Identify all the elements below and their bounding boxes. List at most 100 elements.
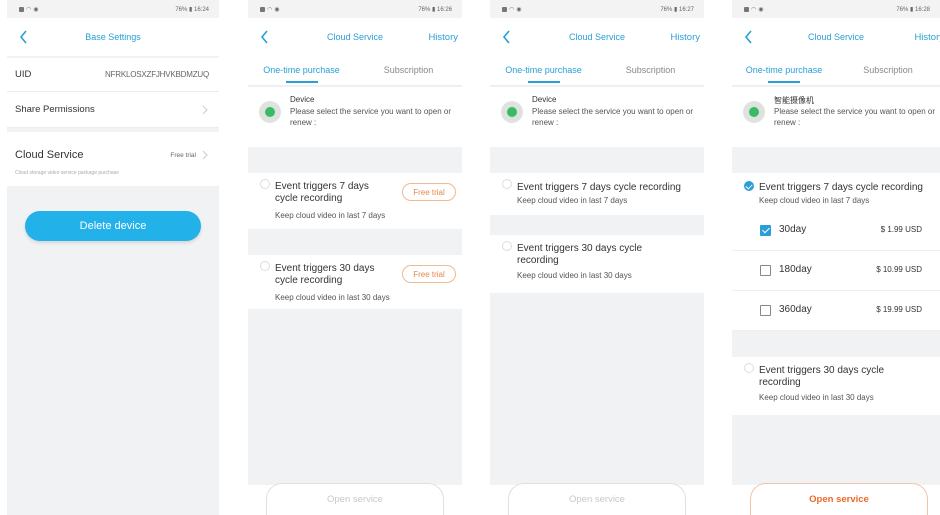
cloud-service-screen-selected: ◠◉ 76% ▮ 16:28 Cloud Service History One…	[732, 0, 940, 515]
plan-radio[interactable]	[502, 179, 512, 189]
purchase-tabs: One-time purchase Subscription	[490, 56, 704, 86]
page-title: Cloud Service	[568, 32, 626, 42]
plan-radio[interactable]	[502, 241, 512, 251]
back-arrow-icon[interactable]	[500, 27, 514, 47]
chevron-right-icon	[202, 150, 208, 160]
back-arrow-icon[interactable]	[258, 27, 272, 47]
plan-30-days[interactable]: Event triggers 30 days cycle recording K…	[248, 255, 462, 309]
base-settings-screen: ◠ ◉ 76% ▮ 16:24 Base Settings UID NFRKLOS…	[7, 0, 219, 515]
purchase-tabs: One-time purchase Subscription	[248, 56, 462, 86]
tab-one-time-purchase[interactable]: One-time purchase	[248, 56, 355, 85]
status-bar: ◠ ◉ 76% ▮ 16:24	[7, 0, 219, 18]
plan-title: Event triggers 7 days cycle recording	[517, 182, 681, 193]
status-time: 76% ▮ 16:24	[175, 6, 209, 13]
history-link[interactable]: History	[428, 32, 458, 43]
history-link[interactable]: History	[670, 32, 700, 43]
checkbox[interactable]	[760, 265, 771, 276]
cloud-service-screen: ◠ ◉ 76% ▮ 16:27 Cloud Service History One…	[490, 0, 704, 515]
uid-label: UID	[15, 69, 32, 80]
device-name: 智能摄像机	[774, 96, 814, 105]
tab-subscription[interactable]: Subscription	[836, 56, 940, 85]
plan-description: Keep cloud video in last 30 days	[759, 393, 874, 402]
status-time: 76% ▮ 16:28	[896, 6, 930, 13]
status-time: 76% ▮ 16:26	[418, 6, 452, 13]
nav-bar: Base Settings	[7, 18, 219, 56]
notification-icon	[744, 6, 749, 12]
uid-row: UID NFRKLOSXZFJHVKBDMZUQ	[7, 58, 219, 92]
status-bar: ◠ ◉ 76% ▮ 16:28	[732, 0, 940, 18]
notification-icon	[502, 6, 507, 12]
plan-radio-checked[interactable]	[744, 181, 754, 191]
duration-option-30day[interactable]: 30day $ 1.99 USD	[732, 211, 940, 251]
option-label: 180day	[779, 264, 812, 275]
device-name: Device	[532, 95, 557, 104]
chevron-right-icon	[202, 105, 208, 114]
share-permissions-row[interactable]: Share Permissions	[7, 92, 219, 128]
device-card: Device Please select the service you wan…	[490, 87, 704, 147]
page-title: Base Settings	[85, 32, 141, 42]
uid-value: NFRKLOSXZFJHVKBDMZUQ	[104, 70, 209, 79]
checkbox[interactable]	[760, 225, 771, 236]
nav-bar: Cloud Service History	[490, 18, 704, 56]
purchase-tabs: One-time purchase Subscription	[732, 56, 940, 86]
free-trial-button[interactable]: Free trial	[402, 183, 456, 201]
duration-option-180day[interactable]: 180day $ 10.99 USD	[732, 251, 940, 291]
device-instructions: Please select the service you want to op…	[532, 107, 693, 127]
nav-bar: Cloud Service History	[248, 18, 462, 56]
back-arrow-icon[interactable]	[742, 27, 756, 47]
notification-icon	[19, 6, 24, 12]
device-name: Device	[290, 95, 315, 104]
tab-one-time-purchase[interactable]: One-time purchase	[490, 56, 597, 85]
signal-icon: ◉	[516, 6, 522, 13]
free-trial-button[interactable]: Free trial	[402, 265, 456, 283]
plan-title: Event triggers 30 days cycle recording	[759, 365, 885, 388]
tab-subscription[interactable]: Subscription	[597, 56, 704, 85]
plan-title: Event triggers 7 days cycle recording	[759, 182, 923, 193]
plan-radio[interactable]	[744, 363, 754, 373]
plan-title: Event triggers 30 days cycle recording	[517, 243, 643, 266]
plan-30-days[interactable]: Event triggers 30 days cycle recording K…	[490, 235, 704, 293]
status-bar: ◠ ◉ 76% ▮ 16:27	[490, 0, 704, 18]
option-label: 30day	[779, 224, 807, 235]
plan-radio[interactable]	[260, 179, 270, 189]
status-time: 76% ▮ 16:27	[660, 6, 694, 13]
plan-7-days[interactable]: Event triggers 7 days cycle recording Ke…	[248, 173, 462, 229]
plan-title: Event triggers 7 days cycle recording	[275, 181, 369, 204]
tab-one-time-purchase[interactable]: One-time purchase	[732, 56, 836, 85]
plan-radio[interactable]	[260, 261, 270, 271]
nav-bar: Cloud Service History	[732, 18, 940, 56]
delete-device-button[interactable]: Delete device	[25, 211, 201, 241]
history-link[interactable]: History	[914, 32, 940, 43]
cloud-service-subtitle: Cloud storage video service package purc…	[15, 170, 119, 176]
wifi-icon: ◠	[751, 6, 757, 13]
plan-7-days[interactable]: Event triggers 7 days cycle recording Ke…	[490, 173, 704, 215]
plan-title: Event triggers 30 days cycle recording	[275, 263, 375, 286]
device-instructions: Please select the service you want to op…	[774, 107, 935, 127]
option-label: 360day	[779, 304, 812, 315]
duration-option-360day[interactable]: 360day $ 19.99 USD	[732, 291, 940, 331]
plan-description: Keep cloud video in last 7 days	[275, 211, 386, 220]
wifi-icon: ◠	[26, 6, 32, 13]
option-price: $ 10.99 USD	[876, 265, 922, 274]
option-price: $ 19.99 USD	[876, 305, 922, 314]
plan-30-days[interactable]: Event triggers 30 days cycle recording K…	[732, 357, 940, 415]
cloud-service-screen-trial: ◠ ◉ 76% ▮ 16:26 Cloud Service History One…	[248, 0, 462, 515]
signal-icon: ◉	[274, 6, 280, 13]
open-service-button[interactable]: Open service	[508, 483, 686, 515]
plan-description: Keep cloud video in last 7 days	[517, 196, 628, 205]
plan-description: Keep cloud video in last 30 days	[275, 293, 390, 302]
open-service-button[interactable]: Open service	[750, 483, 928, 515]
camera-icon	[501, 101, 523, 123]
page-title: Cloud Service	[326, 32, 384, 42]
page-title: Cloud Service	[807, 32, 865, 42]
notification-icon	[260, 6, 265, 12]
open-service-button[interactable]: Open service	[266, 483, 444, 515]
plan-7-days[interactable]: Event triggers 7 days cycle recording Ke…	[732, 173, 940, 211]
cloud-service-row[interactable]: Cloud Service Free trial Cloud storage v…	[7, 132, 219, 186]
plan-description: Keep cloud video in last 30 days	[517, 271, 632, 280]
checkbox[interactable]	[760, 305, 771, 316]
tab-subscription[interactable]: Subscription	[355, 56, 462, 85]
wifi-icon: ◠	[267, 6, 273, 13]
camera-icon	[743, 101, 765, 123]
back-arrow-icon[interactable]	[17, 27, 31, 47]
